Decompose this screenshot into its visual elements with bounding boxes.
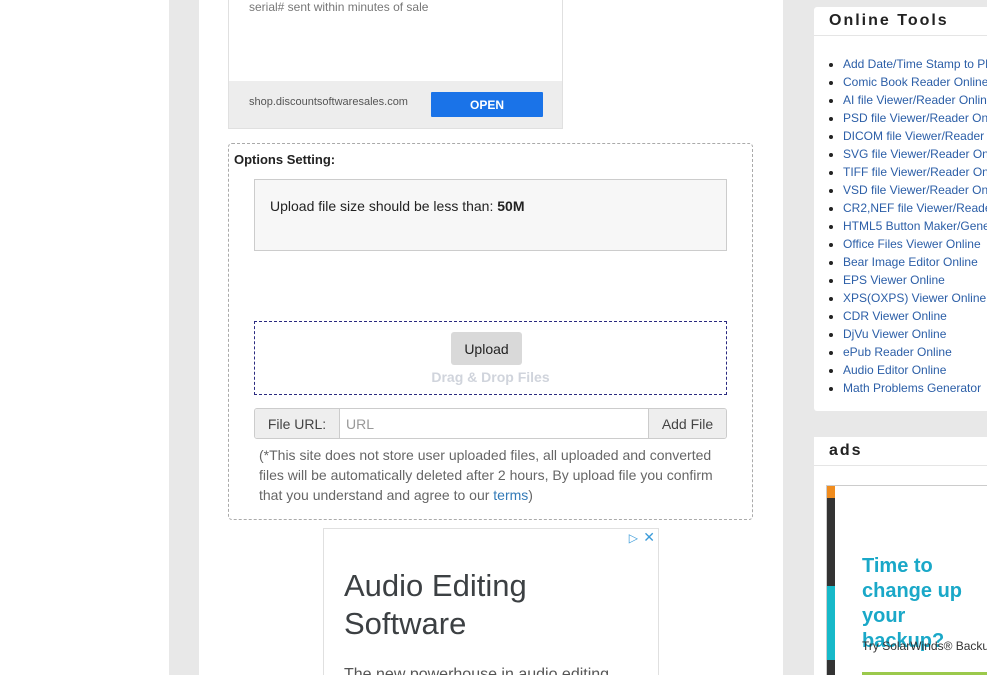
tool-item: Bear Image Editor Online: [843, 253, 987, 271]
online-tools-title: Online Tools: [829, 12, 949, 29]
tool-item: Audio Editor Online: [843, 361, 987, 379]
tool-item: DICOM file Viewer/Reader Online: [843, 127, 987, 145]
online-tools-panel: Online Tools Add Date/Time Stamp to Ph C…: [814, 7, 987, 411]
tool-item: Math Problems Generator: [843, 379, 987, 397]
file-size-text: Upload file size should be less than: 50…: [270, 198, 524, 214]
tool-item: Office Files Viewer Online: [843, 235, 987, 253]
notice-end: ): [528, 487, 533, 503]
ad-headline: Audio Editing Software: [344, 568, 527, 641]
middle-gray-column: [783, 0, 814, 675]
upload-button[interactable]: Upload: [451, 332, 522, 365]
tool-item: VSD file Viewer/Reader Online: [843, 181, 987, 199]
sidebar-ad-subtext: Try SolarWinds® Backup: [862, 639, 987, 653]
tool-link[interactable]: Bear Image Editor Online: [843, 255, 978, 269]
tool-link[interactable]: VSD file Viewer/Reader Online: [843, 183, 987, 197]
tool-link[interactable]: XPS(OXPS) Viewer Online: [843, 291, 986, 305]
ads-header: ads: [814, 437, 987, 466]
tool-item: CDR Viewer Online: [843, 307, 987, 325]
tool-item: EPS Viewer Online: [843, 271, 987, 289]
top-advertisement[interactable]: serial# sent within minutes of sale shop…: [228, 0, 563, 129]
file-url-row: File URL: Add File: [254, 408, 727, 439]
tool-link[interactable]: DICOM file Viewer/Reader Online: [843, 129, 987, 143]
drag-drop-hint: Drag & Drop Files: [431, 369, 550, 385]
file-size-limit: 50M: [497, 198, 525, 214]
ads-title: ads: [829, 442, 863, 459]
add-file-button[interactable]: Add File: [648, 409, 726, 438]
options-setting-panel: Options Setting: Upload file size should…: [228, 143, 753, 520]
ad-open-button[interactable]: OPEN: [431, 92, 543, 117]
tool-link[interactable]: Office Files Viewer Online: [843, 237, 981, 251]
tool-link[interactable]: HTML5 Button Maker/Generator: [843, 219, 987, 233]
tool-link[interactable]: Audio Editor Online: [843, 363, 946, 377]
tool-item: Add Date/Time Stamp to Ph: [843, 55, 987, 73]
file-size-label: Upload file size should be less than:: [270, 198, 498, 214]
tool-link[interactable]: Add Date/Time Stamp to Ph: [843, 57, 987, 71]
tool-item: CR2,NEF file Viewer/Reader: [843, 199, 987, 217]
tool-link[interactable]: Math Problems Generator: [843, 381, 981, 395]
ad-strip-orange: [827, 486, 835, 498]
terms-link[interactable]: terms: [493, 487, 528, 503]
url-input[interactable]: [340, 409, 648, 438]
tool-item: ePub Reader Online: [843, 343, 987, 361]
tool-link[interactable]: DjVu Viewer Online: [843, 327, 946, 341]
online-tools-header: Online Tools: [814, 7, 987, 36]
adchoices-icon[interactable]: ▷: [629, 531, 638, 545]
tool-link[interactable]: PSD file Viewer/Reader Online: [843, 111, 987, 125]
ad-body: The new powerhouse in audio editing: [344, 666, 610, 675]
left-gray-column: [169, 0, 199, 675]
tool-link[interactable]: Comic Book Reader Online: [843, 75, 987, 89]
sidebar-advertisement[interactable]: Time to change up your backup? Try Solar…: [826, 485, 987, 675]
file-url-label: File URL:: [255, 409, 340, 438]
tool-item: DjVu Viewer Online: [843, 325, 987, 343]
tool-item: AI file Viewer/Reader Online: [843, 91, 987, 109]
bottom-advertisement[interactable]: ▷ ✕ Audio Editing Software The new power…: [323, 528, 659, 675]
tool-item: XPS(OXPS) Viewer Online: [843, 289, 987, 307]
ads-panel: ads Time to change up your backup? Try S…: [814, 437, 987, 675]
ad-footer: shop.discountsoftwaresales.com OPEN: [229, 81, 562, 128]
ad-color-strip: [827, 486, 835, 675]
ad-strip-teal: [827, 586, 835, 660]
tool-item: SVG file Viewer/Reader Online: [843, 145, 987, 163]
tool-link[interactable]: SVG file Viewer/Reader Online: [843, 147, 987, 161]
tool-item: HTML5 Button Maker/Generator: [843, 217, 987, 235]
file-size-info: Upload file size should be less than: 50…: [254, 179, 727, 251]
tool-link[interactable]: CR2,NEF file Viewer/Reader: [843, 201, 987, 215]
drop-zone[interactable]: Upload Drag & Drop Files: [254, 321, 727, 395]
tool-link[interactable]: AI file Viewer/Reader Online: [843, 93, 987, 107]
notice-text: (*This site does not store user uploaded…: [259, 447, 713, 503]
options-title: Options Setting:: [234, 152, 336, 167]
tool-item: TIFF file Viewer/Reader Online: [843, 163, 987, 181]
tool-link[interactable]: TIFF file Viewer/Reader Online: [843, 165, 987, 179]
tool-item: Comic Book Reader Online: [843, 73, 987, 91]
privacy-notice: (*This site does not store user uploaded…: [259, 445, 729, 505]
tool-link[interactable]: ePub Reader Online: [843, 345, 952, 359]
tool-link[interactable]: CDR Viewer Online: [843, 309, 947, 323]
ad-domain[interactable]: shop.discountsoftwaresales.com: [249, 96, 408, 108]
tool-item: PSD file Viewer/Reader Online: [843, 109, 987, 127]
tool-link[interactable]: EPS Viewer Online: [843, 273, 945, 287]
close-ad-icon[interactable]: ✕: [643, 529, 655, 546]
ad-serial-text: serial# sent within minutes of sale: [249, 0, 429, 14]
tools-list: Add Date/Time Stamp to Ph Comic Book Rea…: [814, 55, 987, 397]
